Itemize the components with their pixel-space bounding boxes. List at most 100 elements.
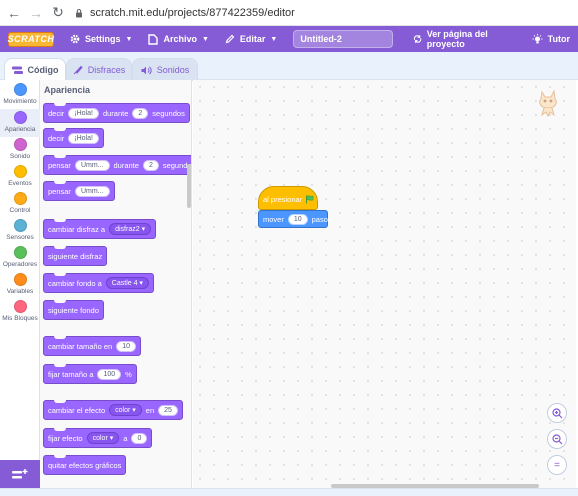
block-change-effect[interactable]: cambiar el efecto color ▾ en 25 xyxy=(43,400,183,420)
zoom-out-button[interactable] xyxy=(547,429,567,449)
category-operators[interactable]: Operadores xyxy=(0,246,40,272)
project-title-input[interactable]: Untitled-2 xyxy=(293,30,393,48)
category-dot xyxy=(13,246,27,259)
scratch-logo[interactable]: SCRATCH xyxy=(8,31,54,47)
tab-sounds[interactable]: Sonidos xyxy=(132,58,198,81)
block-change-size[interactable]: cambiar tamaño en 10 xyxy=(43,336,141,356)
category-dot xyxy=(13,83,27,96)
tutorials-label: Tutor xyxy=(547,34,570,44)
zoom-in-button[interactable] xyxy=(547,403,567,423)
category-sound[interactable]: Sonido xyxy=(0,138,40,164)
dropdown-value: Castle 4 xyxy=(111,280,138,287)
block-input[interactable]: 10 xyxy=(116,340,136,352)
block-text: cambiar tamaño en xyxy=(48,341,113,351)
category-variables[interactable]: Variables xyxy=(0,273,40,299)
effect-dropdown[interactable]: color ▾ xyxy=(109,404,142,416)
category-dot xyxy=(13,165,27,178)
costume-dropdown[interactable]: disfraz2 ▾ xyxy=(109,223,152,235)
back-arrow-icon[interactable]: ← xyxy=(6,5,22,21)
backdrop-dropdown[interactable]: Castle 4 ▾ xyxy=(105,277,149,289)
block-clear-effects[interactable]: quitar efectos gráficos xyxy=(43,455,127,475)
chevron-down-icon: ▼ xyxy=(201,35,209,43)
lightbulb-icon xyxy=(532,33,543,43)
zoom-reset-button[interactable]: = xyxy=(547,455,567,475)
category-dot xyxy=(13,138,27,151)
palette-section-title: Apariencia xyxy=(44,85,91,95)
edit-menu[interactable]: Editar ▼ xyxy=(217,26,285,52)
see-project-page-button[interactable]: Ver página del proyecto xyxy=(405,26,520,52)
block-say-for-secs[interactable]: decir ¡Hola! durante 2 segundos xyxy=(43,103,190,123)
category-sensing[interactable]: Sensores xyxy=(0,219,40,245)
category-my-blocks[interactable]: Mis Bloques xyxy=(0,300,40,326)
file-menu[interactable]: Archivo ▼ xyxy=(140,26,216,52)
dropdown-value: color xyxy=(115,407,131,414)
block-text: cambiar el efecto xyxy=(48,405,106,415)
editor-tabs: Código Disfraces Sonidos xyxy=(0,52,578,81)
block-text: siguiente fondo xyxy=(48,305,99,315)
category-dot xyxy=(13,273,27,286)
block-text: fijar tamaño a xyxy=(48,369,94,379)
forward-arrow-icon[interactable]: → xyxy=(28,5,44,21)
category-looks[interactable]: Apariencia xyxy=(0,109,40,137)
block-input[interactable]: ¡Hola! xyxy=(68,132,99,144)
category-events[interactable]: Eventos xyxy=(0,165,40,191)
pencil-icon xyxy=(225,34,235,44)
block-input[interactable]: Umm... xyxy=(74,159,110,171)
category-label: Operadores xyxy=(2,261,38,268)
address-bar[interactable]: scratch.mit.edu/projects/877422359/edito… xyxy=(74,7,295,19)
chevron-down-icon: ▼ xyxy=(270,35,278,43)
see-project-label: Ver página del proyecto xyxy=(426,29,488,49)
block-input[interactable]: 10 xyxy=(287,213,308,225)
block-text: cambiar disfraz a xyxy=(48,224,106,234)
block-text: pasos xyxy=(311,214,332,224)
block-text: cambiar fondo a xyxy=(48,278,102,288)
edit-label: Editar xyxy=(239,34,266,44)
block-think[interactable]: pensar Umm... xyxy=(43,181,115,201)
sprite-cat-icon xyxy=(539,89,557,118)
category-dot xyxy=(13,192,27,205)
block-input[interactable]: ¡Hola! xyxy=(68,107,99,119)
tutorials-button[interactable]: Tutor xyxy=(524,26,578,52)
block-text: pensar xyxy=(48,160,71,170)
block-text: a xyxy=(123,433,128,443)
browser-bar: ← → ↻ scratch.mit.edu/projects/877422359… xyxy=(0,0,578,26)
block-next-costume[interactable]: siguiente disfraz xyxy=(43,246,108,266)
category-label: Apariencia xyxy=(4,126,36,133)
effect-dropdown[interactable]: color ▾ xyxy=(86,432,120,444)
settings-menu[interactable]: Settings ▼ xyxy=(62,26,140,52)
script-area[interactable] xyxy=(193,80,576,488)
block-input[interactable]: Umm... xyxy=(74,185,110,197)
block-switch-costume[interactable]: cambiar disfraz a disfraz2 ▾ xyxy=(43,219,157,239)
move-steps-block[interactable]: mover 10 pasos xyxy=(258,210,332,228)
palette-scrollbar[interactable] xyxy=(187,164,191,208)
block-set-effect[interactable]: fijar efecto color ▾ a 0 xyxy=(43,428,153,448)
when-flag-clicked-block[interactable]: al presionar xyxy=(258,186,318,210)
block-input[interactable]: 100 xyxy=(97,368,122,380)
gear-icon xyxy=(70,34,80,44)
block-next-backdrop[interactable]: siguiente fondo xyxy=(43,300,104,320)
category-label: Control xyxy=(9,207,31,214)
block-input[interactable]: 2 xyxy=(132,107,149,119)
block-input[interactable]: 25 xyxy=(158,404,178,416)
tab-code[interactable]: Código xyxy=(4,58,66,81)
add-extension-button[interactable] xyxy=(0,460,40,490)
block-switch-backdrop[interactable]: cambiar fondo a Castle 4 ▾ xyxy=(43,273,154,293)
block-input[interactable]: 2 xyxy=(142,159,159,171)
block-say[interactable]: decir ¡Hola! xyxy=(43,128,104,148)
block-text: durante xyxy=(102,108,129,118)
zoom-out-icon xyxy=(551,433,562,444)
block-set-size[interactable]: fijar tamaño a 100 % xyxy=(43,364,137,384)
category-control[interactable]: Control xyxy=(0,192,40,218)
category-dot xyxy=(13,111,27,124)
block-input[interactable]: 0 xyxy=(131,432,148,444)
dropdown-value: disfraz2 xyxy=(115,226,140,233)
tab-costumes[interactable]: Disfraces xyxy=(66,58,132,81)
block-think-for-secs[interactable]: pensar Umm... durante 2 segundos xyxy=(43,155,191,175)
block-text: quitar efectos gráficos xyxy=(48,460,122,470)
category-label: Eventos xyxy=(8,180,32,187)
category-dot xyxy=(13,300,27,313)
category-motion[interactable]: Movimiento xyxy=(0,83,40,109)
category-dot xyxy=(13,219,27,232)
reload-icon[interactable]: ↻ xyxy=(50,4,66,21)
block-text: decir xyxy=(48,108,65,118)
